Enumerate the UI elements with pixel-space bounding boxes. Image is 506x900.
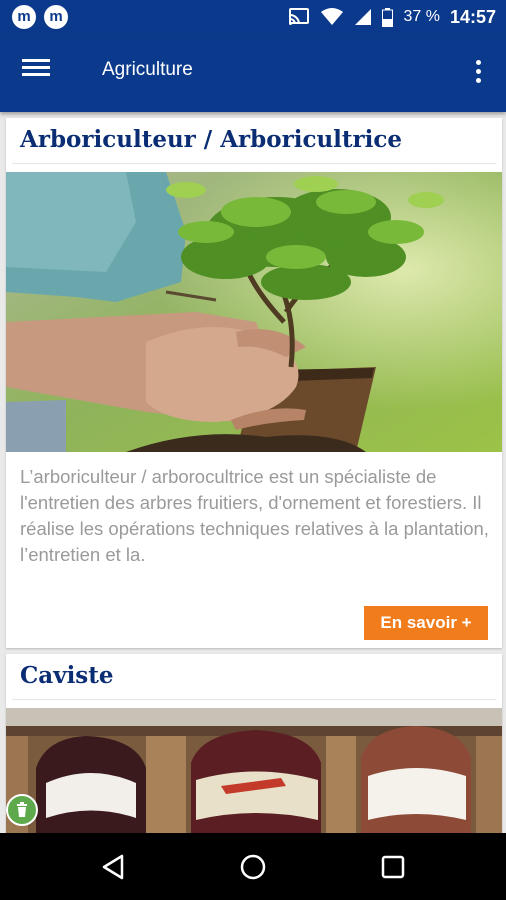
job-card[interactable]: Arboriculteur / Arboricultrice L’arboric… [6, 118, 502, 648]
signal-icon [355, 9, 372, 25]
learn-more-button[interactable]: En savoir + [364, 606, 488, 640]
card-title[interactable]: Arboriculteur / Arboricultrice [12, 118, 496, 164]
page-title: Agriculture [102, 59, 193, 80]
hamburger-icon [22, 59, 50, 62]
home-icon [240, 854, 266, 880]
wine-bottles-photo [6, 708, 502, 833]
back-button[interactable] [98, 851, 130, 883]
hamburger-menu-button[interactable] [22, 59, 58, 87]
home-button[interactable] [237, 851, 269, 883]
card-image[interactable] [6, 708, 502, 833]
status-bar: m m 37 % 14:57 [0, 0, 506, 33]
planting-photo [6, 172, 502, 452]
cast-icon [289, 8, 310, 25]
clock: 14:57 [449, 6, 496, 27]
battery-icon [382, 7, 394, 27]
notification-icon: m [12, 5, 36, 29]
system-navigation-bar [0, 833, 506, 900]
notification-icon: m [44, 5, 68, 29]
card-image[interactable] [6, 172, 502, 452]
more-options-button[interactable] [472, 60, 484, 86]
app-bar: Agriculture [0, 33, 506, 112]
card-description: L’arboriculteur / arborocultrice est un … [20, 466, 489, 565]
job-list[interactable]: Arboriculteur / Arboricultrice L’arboric… [0, 112, 506, 833]
battery-percentage: 37 % [403, 8, 440, 25]
recents-icon [381, 855, 405, 879]
trash-icon [17, 802, 27, 817]
card-title[interactable]: Caviste [12, 654, 496, 700]
job-card[interactable]: Caviste [6, 654, 502, 833]
more-vert-icon [475, 60, 481, 65]
back-icon [102, 854, 124, 880]
delete-button[interactable] [6, 794, 38, 826]
recents-button[interactable] [377, 851, 409, 883]
wifi-icon [321, 8, 344, 25]
